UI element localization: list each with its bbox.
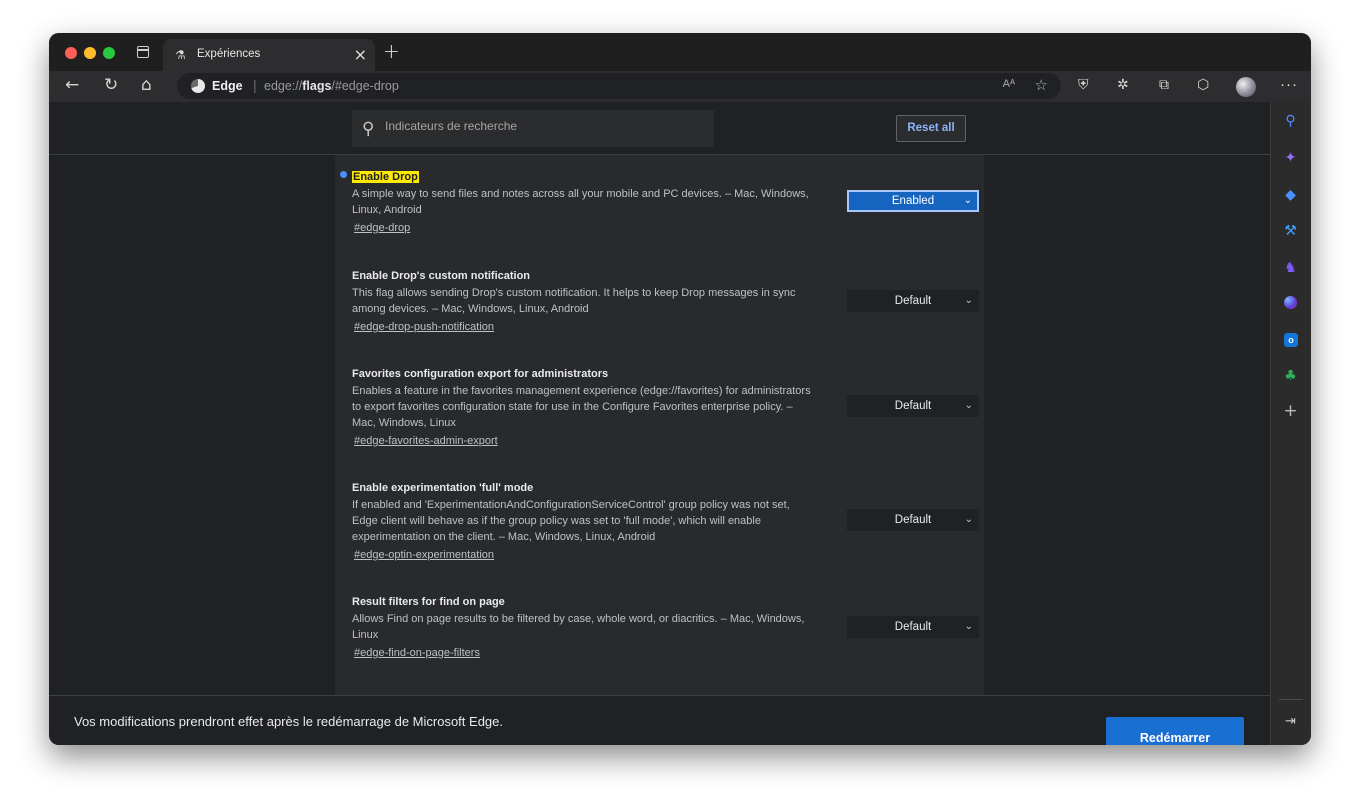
flag-item: Favorites configuration export for admin…: [352, 364, 979, 447]
flag-link[interactable]: #edge-drop-push-notification: [354, 321, 494, 333]
flag-state-select[interactable]: Default ⌄: [847, 290, 979, 312]
restart-notice-bar: Vos modifications prendront effet après …: [49, 695, 1270, 745]
search-box[interactable]: ⚲: [352, 110, 714, 147]
tab-bar: ⚗ Expériences × +: [49, 33, 1311, 71]
refresh-icon[interactable]: ↻: [104, 75, 118, 95]
flag-item: Enable Drop A simple way to send files a…: [352, 167, 979, 234]
flag-state-select[interactable]: Default ⌄: [847, 395, 979, 417]
flags-header: ⚲ Reset all: [49, 102, 1270, 155]
tools-icon[interactable]: ⚒: [1282, 223, 1299, 240]
browser-essentials-icon[interactable]: ⬡: [1197, 77, 1209, 93]
close-tab-icon[interactable]: ×: [354, 45, 367, 64]
reset-all-button[interactable]: Reset all: [896, 115, 966, 142]
tree-icon[interactable]: ♣: [1282, 368, 1299, 385]
flag-link[interactable]: #edge-optin-experimentation: [354, 549, 494, 561]
more-menu-icon[interactable]: ···: [1280, 76, 1298, 93]
tab-title: Expériences: [197, 48, 261, 60]
flag-link[interactable]: #edge-find-on-page-filters: [354, 647, 480, 659]
flag-title: Enable Drop's custom notification: [352, 270, 531, 282]
close-window-button[interactable]: [65, 47, 77, 59]
chevron-down-icon: ⌄: [964, 514, 973, 525]
chevron-down-icon: ⌄: [963, 195, 972, 206]
flag-description: This flag allows sending Drop's custom n…: [352, 287, 796, 315]
flag-item: Enable experimentation 'full' mode If en…: [352, 478, 979, 561]
sidebar-search-icon[interactable]: ⚲: [1282, 113, 1299, 130]
chevron-down-icon: ⌄: [964, 295, 973, 306]
back-arrow-icon[interactable]: ←: [65, 75, 79, 95]
site-name: Edge: [212, 79, 243, 93]
add-sidebar-app-icon[interactable]: +: [1282, 403, 1299, 420]
profile-avatar[interactable]: [1236, 77, 1256, 97]
url-text[interactable]: edge://flags/#edge-drop: [264, 79, 399, 93]
flag-state-select[interactable]: Enabled ⌄: [847, 190, 979, 212]
flags-list: Enable Drop A simple way to send files a…: [335, 155, 984, 695]
flag-link[interactable]: #edge-drop: [354, 222, 410, 234]
flag-description: A simple way to send files and notes acr…: [352, 188, 809, 216]
shield-extension-icon[interactable]: ⛨: [1078, 77, 1089, 93]
edge-sidebar: ⚲ ✦ ◆ ⚒ ♞ o ♣ + ⇥ ⚙: [1270, 102, 1311, 745]
sidebar-divider: [1279, 699, 1303, 700]
read-aloud-icon[interactable]: Aᴬ: [1003, 78, 1015, 90]
games-icon[interactable]: ♞: [1282, 260, 1299, 277]
hide-sidebar-icon[interactable]: ⇥: [1282, 713, 1299, 730]
flag-item: Result filters for find on page Allows F…: [352, 592, 979, 659]
microsoft-365-icon[interactable]: [1284, 296, 1297, 309]
outlook-icon[interactable]: o: [1284, 333, 1298, 347]
flag-title: Favorites configuration export for admin…: [352, 368, 609, 380]
browser-window: ⚗ Expériences × + ← ↻ ⌂ Edge | edge://fl…: [49, 33, 1311, 745]
home-icon[interactable]: ⌂: [141, 75, 152, 95]
flag-state-select[interactable]: Default ⌄: [847, 509, 979, 531]
collections-icon[interactable]: ⧉: [1159, 77, 1169, 93]
flag-description: If enabled and 'ExperimentationAndConfig…: [352, 499, 790, 543]
flask-icon: ⚗: [175, 48, 186, 62]
extensions-puzzle-icon[interactable]: ✲: [1117, 77, 1129, 93]
navigation-toolbar: ← ↻ ⌂ Edge | edge://flags/#edge-drop Aᴬ …: [49, 71, 1311, 102]
address-bar[interactable]: Edge | edge://flags/#edge-drop Aᴬ ☆: [177, 73, 1061, 99]
copilot-icon[interactable]: ✦: [1282, 150, 1299, 167]
flag-link[interactable]: #edge-favorites-admin-export: [354, 435, 498, 447]
flag-title: Enable experimentation 'full' mode: [352, 482, 534, 494]
flag-description: Allows Find on page results to be filter…: [352, 613, 805, 641]
flag-description: Enables a feature in the favorites manag…: [352, 385, 811, 429]
search-icon: ⚲: [362, 119, 375, 139]
minimize-window-button[interactable]: [84, 47, 96, 59]
flag-item: Enable Drop's custom notification This f…: [352, 266, 979, 333]
flag-title: Result filters for find on page: [352, 596, 505, 608]
restart-notice-text: Vos modifications prendront effet après …: [74, 714, 503, 729]
chevron-down-icon: ⌄: [964, 621, 973, 632]
add-favorite-icon[interactable]: ☆: [1035, 76, 1048, 94]
tab-experiences[interactable]: ⚗ Expériences ×: [163, 39, 375, 71]
flags-page: ⚲ Reset all Enable Drop A simple way to …: [49, 102, 1270, 695]
new-tab-button[interactable]: +: [383, 39, 400, 63]
address-separator: |: [253, 77, 257, 93]
flag-title: Enable Drop: [352, 171, 419, 183]
modified-indicator: [340, 171, 347, 178]
edge-logo-icon: [191, 79, 205, 93]
shopping-tag-icon[interactable]: ◆: [1282, 187, 1299, 204]
search-input[interactable]: [385, 119, 695, 133]
chevron-down-icon: ⌄: [964, 400, 973, 411]
restart-button[interactable]: Redémarrer: [1106, 717, 1244, 745]
maximize-window-button[interactable]: [103, 47, 115, 59]
flag-state-select[interactable]: Default ⌄: [847, 616, 979, 638]
tab-actions-icon[interactable]: [137, 46, 149, 58]
